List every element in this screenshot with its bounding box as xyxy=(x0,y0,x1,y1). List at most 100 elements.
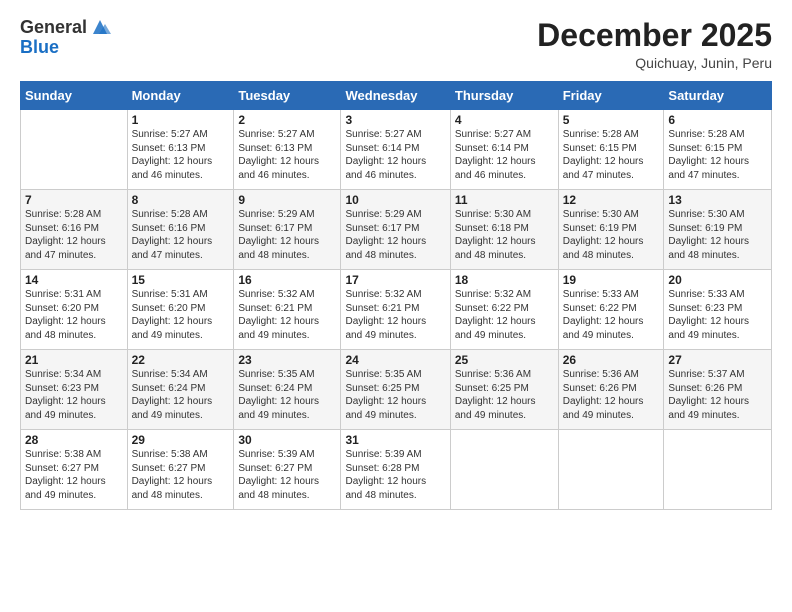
day-number: 25 xyxy=(455,353,554,367)
day-info: Sunrise: 5:33 AMSunset: 6:22 PMDaylight:… xyxy=(563,288,660,342)
day-cell: 11Sunrise: 5:30 AMSunset: 6:18 PMDayligh… xyxy=(450,190,558,270)
day-number: 2 xyxy=(238,113,336,127)
day-number: 12 xyxy=(563,193,660,207)
day-info: Sunrise: 5:39 AMSunset: 6:27 PMDaylight:… xyxy=(238,448,336,502)
day-info: Sunrise: 5:35 AMSunset: 6:24 PMDaylight:… xyxy=(238,368,336,422)
day-cell: 7Sunrise: 5:28 AMSunset: 6:16 PMDaylight… xyxy=(21,190,128,270)
week-row-5: 28 Sunrise: 5:38 AMSunset: 6:27 PMDayligh… xyxy=(21,430,772,510)
logo-icon xyxy=(89,16,111,38)
day-info: Sunrise: 5:28 AMSunset: 6:16 PMDaylight:… xyxy=(132,208,230,262)
day-cell: 22Sunrise: 5:34 AMSunset: 6:24 PMDayligh… xyxy=(127,350,234,430)
day-cell: 8Sunrise: 5:28 AMSunset: 6:16 PMDaylight… xyxy=(127,190,234,270)
day-cell: 30Sunrise: 5:39 AMSunset: 6:27 PMDayligh… xyxy=(234,430,341,510)
day-info: Sunrise: 5:28 AMSunset: 6:15 PMDaylight:… xyxy=(668,128,767,182)
day-info: Sunrise: 5:32 AMSunset: 6:21 PMDaylight:… xyxy=(345,288,445,342)
header-thursday: Thursday xyxy=(450,82,558,110)
title-block: December 2025 Quichuay, Junin, Peru xyxy=(537,18,772,71)
header-monday: Monday xyxy=(127,82,234,110)
day-cell: 2Sunrise: 5:27 AMSunset: 6:13 PMDaylight… xyxy=(234,110,341,190)
day-cell: 1Sunrise: 5:27 AMSunset: 6:13 PMDaylight… xyxy=(127,110,234,190)
header: General Blue December 2025 Quichuay, Jun… xyxy=(20,18,772,71)
day-number: 4 xyxy=(455,113,554,127)
day-cell: 29Sunrise: 5:38 AMSunset: 6:27 PMDayligh… xyxy=(127,430,234,510)
day-cell xyxy=(450,430,558,510)
logo-general: General xyxy=(20,18,87,38)
day-cell: 28Sunrise: 5:38 AMSunset: 6:27 PMDayligh… xyxy=(21,430,128,510)
day-cell: 10Sunrise: 5:29 AMSunset: 6:17 PMDayligh… xyxy=(341,190,450,270)
day-cell: 24Sunrise: 5:35 AMSunset: 6:25 PMDayligh… xyxy=(341,350,450,430)
day-info: Sunrise: 5:31 AMSunset: 6:20 PMDaylight:… xyxy=(25,288,123,342)
day-number: 5 xyxy=(563,113,660,127)
header-wednesday: Wednesday xyxy=(341,82,450,110)
day-info: Sunrise: 5:34 AMSunset: 6:23 PMDaylight:… xyxy=(25,368,123,422)
logo-blue: Blue xyxy=(20,37,59,57)
day-number: 23 xyxy=(238,353,336,367)
day-cell: 21Sunrise: 5:34 AMSunset: 6:23 PMDayligh… xyxy=(21,350,128,430)
calendar-header-row: SundayMondayTuesdayWednesdayThursdayFrid… xyxy=(21,82,772,110)
day-number: 31 xyxy=(345,433,445,447)
day-cell: 14Sunrise: 5:31 AMSunset: 6:20 PMDayligh… xyxy=(21,270,128,350)
day-number: 21 xyxy=(25,353,123,367)
day-info: Sunrise: 5:27 AMSunset: 6:14 PMDaylight:… xyxy=(345,128,445,182)
week-row-4: 21Sunrise: 5:34 AMSunset: 6:23 PMDayligh… xyxy=(21,350,772,430)
week-row-2: 7Sunrise: 5:28 AMSunset: 6:16 PMDaylight… xyxy=(21,190,772,270)
day-number: 11 xyxy=(455,193,554,207)
main-title: December 2025 xyxy=(537,18,772,53)
page: General Blue December 2025 Quichuay, Jun… xyxy=(0,0,792,612)
day-info: Sunrise: 5:29 AMSunset: 6:17 PMDaylight:… xyxy=(345,208,445,262)
day-cell xyxy=(558,430,664,510)
day-number: 1 xyxy=(132,113,230,127)
header-tuesday: Tuesday xyxy=(234,82,341,110)
day-number: 3 xyxy=(345,113,445,127)
day-cell: 25Sunrise: 5:36 AMSunset: 6:25 PMDayligh… xyxy=(450,350,558,430)
day-info: Sunrise: 5:38 AMSunset: 6:27 PMDaylight:… xyxy=(132,448,230,502)
day-number: 14 xyxy=(25,273,123,287)
header-saturday: Saturday xyxy=(664,82,772,110)
day-number: 6 xyxy=(668,113,767,127)
day-info: Sunrise: 5:31 AMSunset: 6:20 PMDaylight:… xyxy=(132,288,230,342)
day-cell: 27Sunrise: 5:37 AMSunset: 6:26 PMDayligh… xyxy=(664,350,772,430)
day-number: 30 xyxy=(238,433,336,447)
day-number: 10 xyxy=(345,193,445,207)
day-info: Sunrise: 5:32 AMSunset: 6:22 PMDaylight:… xyxy=(455,288,554,342)
day-number: 17 xyxy=(345,273,445,287)
day-cell: 13Sunrise: 5:30 AMSunset: 6:19 PMDayligh… xyxy=(664,190,772,270)
day-number: 22 xyxy=(132,353,230,367)
day-cell: 3Sunrise: 5:27 AMSunset: 6:14 PMDaylight… xyxy=(341,110,450,190)
day-info: Sunrise: 5:30 AMSunset: 6:18 PMDaylight:… xyxy=(455,208,554,262)
week-row-3: 14Sunrise: 5:31 AMSunset: 6:20 PMDayligh… xyxy=(21,270,772,350)
day-number: 27 xyxy=(668,353,767,367)
day-cell: 19Sunrise: 5:33 AMSunset: 6:22 PMDayligh… xyxy=(558,270,664,350)
day-info: Sunrise: 5:28 AMSunset: 6:15 PMDaylight:… xyxy=(563,128,660,182)
week-row-1: 1Sunrise: 5:27 AMSunset: 6:13 PMDaylight… xyxy=(21,110,772,190)
day-info: Sunrise: 5:33 AMSunset: 6:23 PMDaylight:… xyxy=(668,288,767,342)
day-cell: 17Sunrise: 5:32 AMSunset: 6:21 PMDayligh… xyxy=(341,270,450,350)
day-cell: 31Sunrise: 5:39 AMSunset: 6:28 PMDayligh… xyxy=(341,430,450,510)
day-cell: 20Sunrise: 5:33 AMSunset: 6:23 PMDayligh… xyxy=(664,270,772,350)
day-cell: 5Sunrise: 5:28 AMSunset: 6:15 PMDaylight… xyxy=(558,110,664,190)
day-info: Sunrise: 5:32 AMSunset: 6:21 PMDaylight:… xyxy=(238,288,336,342)
day-info: Sunrise: 5:28 AMSunset: 6:16 PMDaylight:… xyxy=(25,208,123,262)
day-info: Sunrise: 5:27 AMSunset: 6:13 PMDaylight:… xyxy=(132,128,230,182)
day-number: 16 xyxy=(238,273,336,287)
day-info: Sunrise: 5:30 AMSunset: 6:19 PMDaylight:… xyxy=(563,208,660,262)
day-cell: 16Sunrise: 5:32 AMSunset: 6:21 PMDayligh… xyxy=(234,270,341,350)
day-cell: 9Sunrise: 5:29 AMSunset: 6:17 PMDaylight… xyxy=(234,190,341,270)
day-number: 15 xyxy=(132,273,230,287)
day-cell xyxy=(664,430,772,510)
day-number: 18 xyxy=(455,273,554,287)
day-number: 20 xyxy=(668,273,767,287)
day-info: Sunrise: 5:27 AMSunset: 6:14 PMDaylight:… xyxy=(455,128,554,182)
day-number: 19 xyxy=(563,273,660,287)
day-number: 26 xyxy=(563,353,660,367)
day-number: 28 xyxy=(25,433,123,447)
day-cell: 26Sunrise: 5:36 AMSunset: 6:26 PMDayligh… xyxy=(558,350,664,430)
day-cell: 18Sunrise: 5:32 AMSunset: 6:22 PMDayligh… xyxy=(450,270,558,350)
day-cell: 12Sunrise: 5:30 AMSunset: 6:19 PMDayligh… xyxy=(558,190,664,270)
day-number: 8 xyxy=(132,193,230,207)
day-info: Sunrise: 5:36 AMSunset: 6:26 PMDaylight:… xyxy=(563,368,660,422)
day-cell: 15Sunrise: 5:31 AMSunset: 6:20 PMDayligh… xyxy=(127,270,234,350)
day-cell: 23Sunrise: 5:35 AMSunset: 6:24 PMDayligh… xyxy=(234,350,341,430)
day-info: Sunrise: 5:36 AMSunset: 6:25 PMDaylight:… xyxy=(455,368,554,422)
day-cell: 6Sunrise: 5:28 AMSunset: 6:15 PMDaylight… xyxy=(664,110,772,190)
